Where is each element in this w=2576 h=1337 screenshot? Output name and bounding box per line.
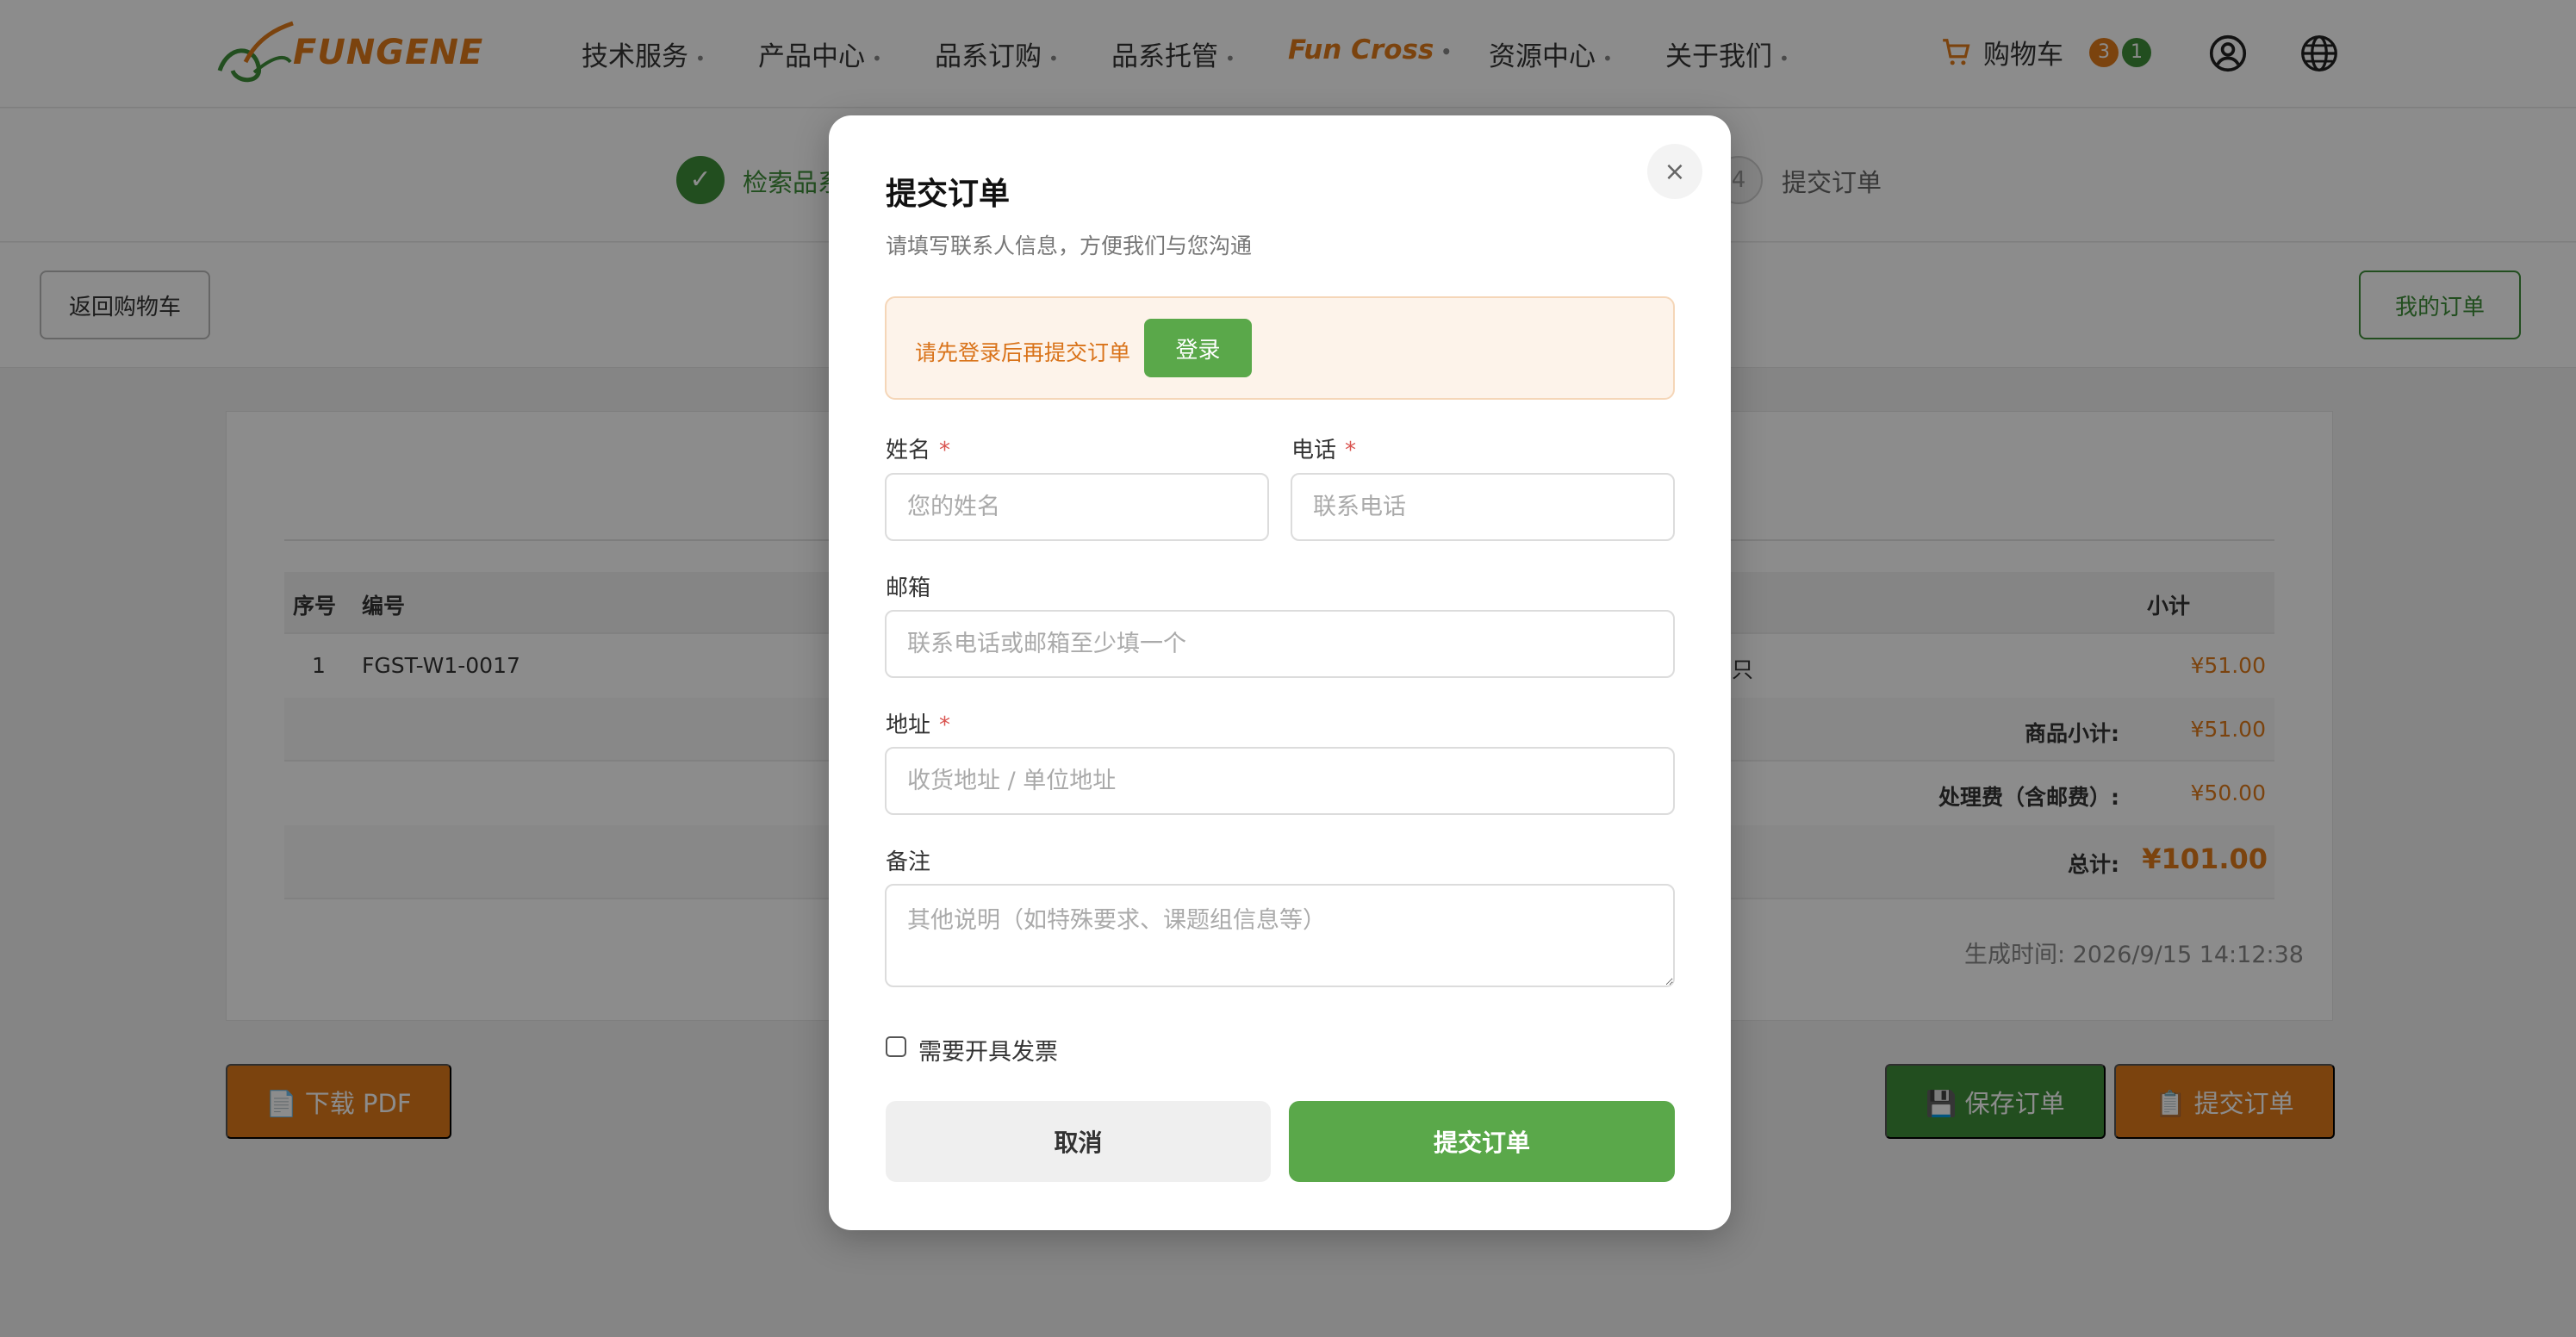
login-button[interactable]: 登录: [1144, 319, 1252, 377]
dialog-title: 提交订单: [886, 177, 1011, 212]
cancel-button[interactable]: 取消: [886, 1101, 1271, 1182]
submit-order-button[interactable]: 提交订单: [1289, 1101, 1675, 1182]
phone-input[interactable]: [1291, 473, 1675, 541]
login-alert-text: 请先登录后再提交订单: [915, 340, 1131, 365]
notes-textarea[interactable]: [885, 884, 1675, 987]
close-icon[interactable]: ×: [1647, 144, 1702, 199]
dialog-subtitle: 请填写联系人信息，方便我们与您沟通: [886, 233, 1253, 258]
invoice-checkbox[interactable]: [886, 1036, 906, 1057]
address-label: 地址 *: [886, 712, 951, 738]
phone-label: 电话 *: [1291, 438, 1357, 463]
email-input[interactable]: [885, 610, 1675, 678]
address-input[interactable]: [885, 747, 1675, 815]
invoice-label[interactable]: 需要开具发票: [918, 1033, 1058, 1066]
name-input[interactable]: [885, 473, 1269, 541]
email-label: 邮箱: [886, 575, 931, 601]
name-label: 姓名 *: [886, 438, 951, 463]
notes-label: 备注: [886, 849, 931, 875]
